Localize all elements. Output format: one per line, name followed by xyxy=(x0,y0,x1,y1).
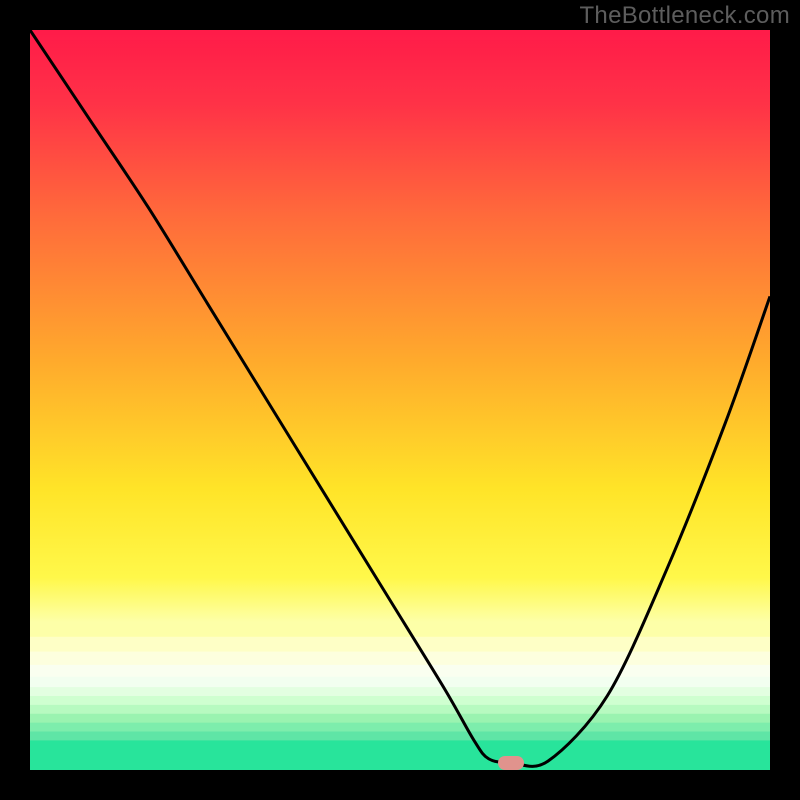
watermark-label: TheBottleneck.com xyxy=(579,2,790,30)
chart-plot-area xyxy=(30,30,770,770)
chart-frame: TheBottleneck.com xyxy=(0,0,800,800)
chart-bottom-bands xyxy=(30,622,770,770)
chart-svg xyxy=(30,30,770,770)
optimum-marker xyxy=(498,756,524,770)
